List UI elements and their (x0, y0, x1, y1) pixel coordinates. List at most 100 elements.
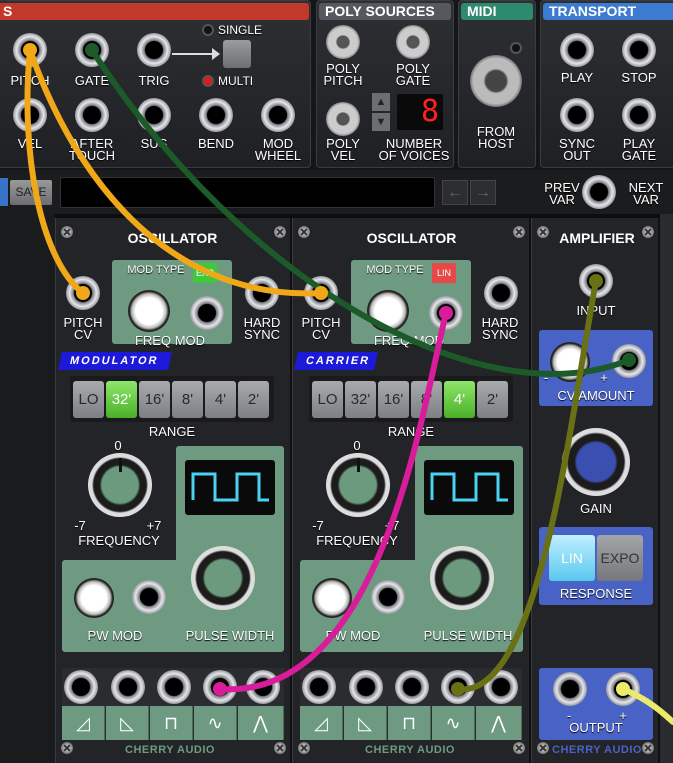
vel-jack[interactable] (13, 98, 47, 132)
play-gate-jack[interactable] (622, 98, 656, 132)
cv-amount-jack[interactable] (612, 344, 646, 378)
osc1-range-32[interactable]: 32' (106, 381, 137, 418)
poly-sources-header: POLY SOURCES (319, 3, 451, 20)
voices-display: 8 (397, 94, 443, 130)
gate-jack[interactable] (75, 33, 109, 67)
response-lin-button[interactable]: LIN (549, 535, 595, 581)
osc2-pulse-width-label: PULSE WIDTH (423, 628, 513, 643)
osc2-frequency-label: FREQUENCY (316, 533, 398, 548)
osc2-range-32[interactable]: 32' (345, 381, 376, 418)
osc1-pulse-width-knob[interactable] (191, 546, 255, 610)
poly-pitch-jack[interactable] (326, 25, 360, 59)
sus-jack[interactable] (137, 98, 171, 132)
cv-amount-knob[interactable] (550, 342, 590, 382)
preset-name-field[interactable] (60, 177, 435, 208)
triangle-icon: ⋀ (238, 706, 284, 740)
osc1-hard-sync-jack[interactable] (245, 276, 279, 310)
save-button[interactable]: SAVE (10, 180, 52, 205)
osc1-range-2[interactable]: 2' (238, 381, 269, 418)
bend-jack[interactable] (199, 98, 233, 132)
osc2-range-4[interactable]: 4' (444, 381, 475, 418)
gate-label: GATE (74, 73, 110, 88)
triangle-icon: ⋀ (476, 706, 522, 740)
osc1-freq-min: -7 (74, 518, 86, 533)
gain-knob[interactable] (562, 428, 630, 496)
output-label: OUTPUT (569, 720, 623, 735)
amp-input-jack[interactable] (579, 264, 613, 298)
sine-icon: ∿ (432, 706, 475, 740)
osc2-mod-type-toggle[interactable]: LIN (432, 263, 456, 283)
osc1-freq-mod-jack[interactable] (190, 296, 224, 330)
osc2-hard-sync-jack[interactable] (484, 276, 518, 310)
osc2-pw-mod-knob[interactable] (312, 578, 352, 618)
osc2-range-2[interactable]: 2' (477, 381, 508, 418)
osc1-sine-jack[interactable] (203, 670, 237, 704)
arrow-head-icon (212, 48, 220, 60)
osc2-mod-type-label: MOD TYPE (366, 264, 424, 276)
midi-din-port[interactable] (470, 55, 522, 107)
osc2-hard-sync-label: HARD SYNC (481, 315, 519, 342)
forward-arrow-button[interactable]: → (470, 180, 496, 205)
sync-out-jack[interactable] (560, 98, 594, 132)
osc2-range-8[interactable]: 8' (411, 381, 442, 418)
osc2-triangle-jack[interactable] (484, 670, 518, 704)
osc1-pw-mod-jack[interactable] (132, 580, 166, 614)
mod-wheel-label: MOD WHEEL (254, 136, 302, 163)
osc2-range-16[interactable]: 16' (378, 381, 409, 418)
osc2-sine-jack[interactable] (441, 670, 475, 704)
toolbar-left-tab[interactable] (0, 178, 8, 206)
osc2-pulse-jack[interactable] (395, 670, 429, 704)
prev-var-jack[interactable] (582, 175, 616, 209)
screw-icon (298, 742, 310, 754)
output-plus-jack[interactable] (606, 672, 640, 706)
osc1-triangle-jack[interactable] (246, 670, 280, 704)
osc2-pw-mod-jack[interactable] (371, 580, 405, 614)
osc2-freq-mod-knob[interactable] (367, 290, 409, 332)
poly-gate-jack[interactable] (396, 25, 430, 59)
screw-icon (513, 742, 525, 754)
osc2-wave-display (424, 460, 514, 515)
saw-down-icon: ◺ (344, 706, 387, 740)
osc1-range-lo[interactable]: LO (73, 381, 104, 418)
osc1-freq-zero: 0 (114, 438, 122, 453)
osc2-pitch-cv-jack[interactable] (304, 276, 338, 310)
aftertouch-jack[interactable] (75, 98, 109, 132)
osc1-pitch-cv-jack[interactable] (66, 276, 100, 310)
single-multi-button[interactable] (223, 40, 251, 68)
osc2-saw-up-jack[interactable] (302, 670, 336, 704)
response-expo-button[interactable]: EXPO (597, 535, 643, 581)
poly-vel-jack[interactable] (326, 102, 360, 136)
osc1-pw-mod-knob[interactable] (74, 578, 114, 618)
amp-title: AMPLIFIER (559, 230, 635, 246)
screw-icon (61, 226, 73, 238)
back-arrow-button[interactable]: ← (442, 180, 468, 205)
play-jack[interactable] (560, 33, 594, 67)
osc1-pulse-jack[interactable] (157, 670, 191, 704)
osc1-frequency-label: FREQUENCY (78, 533, 160, 548)
output-minus-jack[interactable] (553, 672, 587, 706)
osc1-wave-display (185, 460, 275, 515)
cv-amount-label: CV AMOUNT (557, 388, 635, 403)
voices-up-button[interactable]: ▲ (372, 93, 390, 111)
trig-jack[interactable] (137, 33, 171, 67)
osc1-range-4[interactable]: 4' (205, 381, 236, 418)
osc1-freq-mod-knob[interactable] (128, 290, 170, 332)
osc1-range-8[interactable]: 8' (172, 381, 203, 418)
osc2-freq-mod-jack[interactable] (429, 296, 463, 330)
mod-wheel-jack[interactable] (261, 98, 295, 132)
osc2-range-lo[interactable]: LO (312, 381, 343, 418)
osc1-mod-type-toggle[interactable]: EXP (193, 263, 217, 283)
pitch-jack[interactable] (13, 33, 47, 67)
stop-jack[interactable] (622, 33, 656, 67)
osc1-saw-up-jack[interactable] (64, 670, 98, 704)
next-var-label: NEXT VAR (628, 180, 664, 207)
trig-label: TRIG (138, 73, 170, 88)
osc1-range-16[interactable]: 16' (139, 381, 170, 418)
screw-icon (537, 742, 549, 754)
amp-input-label: INPUT (576, 303, 616, 318)
osc2-saw-down-jack[interactable] (349, 670, 383, 704)
voices-down-button[interactable]: ▼ (372, 113, 390, 131)
play-label: PLAY (560, 70, 594, 85)
osc2-pulse-width-knob[interactable] (430, 546, 494, 610)
osc1-saw-down-jack[interactable] (111, 670, 145, 704)
